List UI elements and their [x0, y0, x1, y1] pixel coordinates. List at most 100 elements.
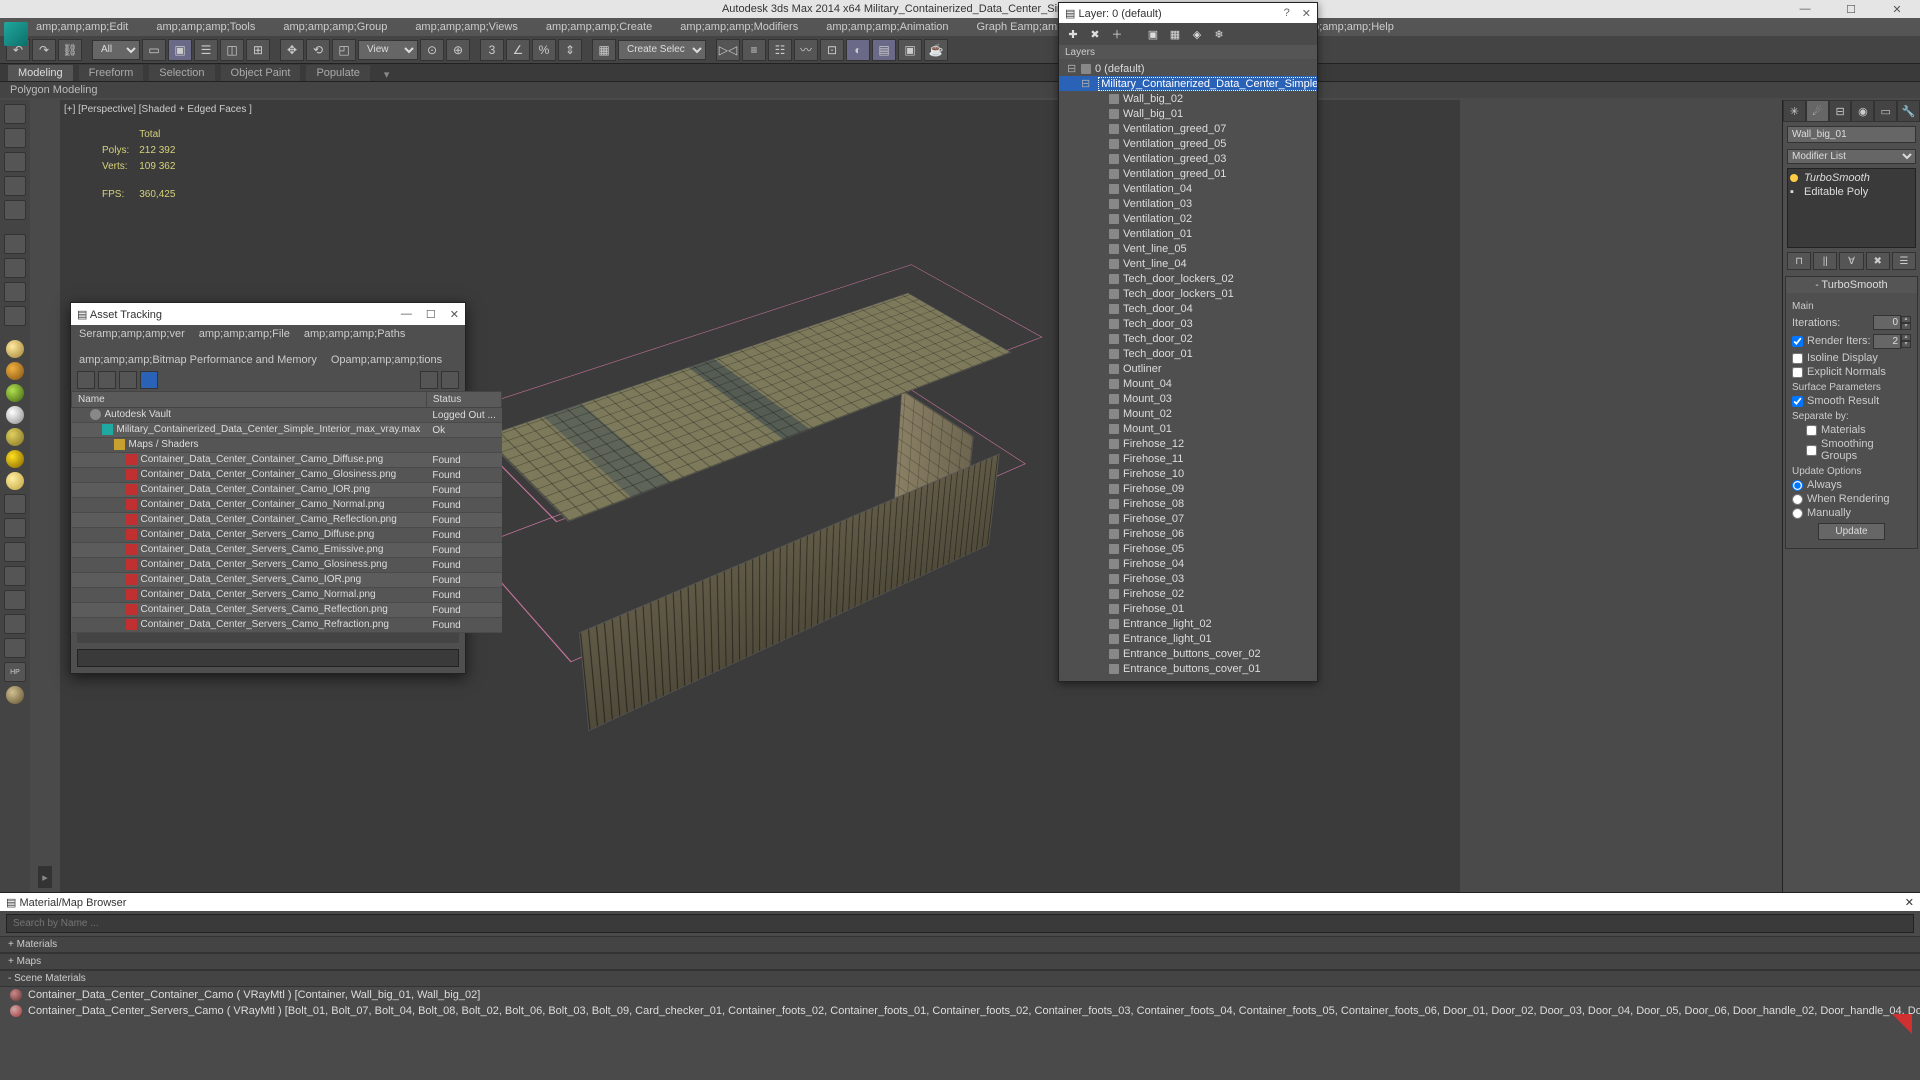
layer-row[interactable]: Tech_door_03 [1059, 316, 1317, 331]
delete-layer-icon[interactable]: ✖ [1087, 26, 1103, 42]
named-sel-button[interactable]: ▦ [592, 39, 616, 61]
tool-btn-a[interactable] [4, 494, 26, 514]
new-layer-icon[interactable]: ✚ [1065, 26, 1081, 42]
asset-row[interactable]: Container_Data_Center_Container_Camo_Ref… [72, 513, 502, 528]
asset-menu-item[interactable]: amp;amp;amp;File [199, 328, 290, 340]
layer-row[interactable]: Ventilation_03 [1059, 196, 1317, 211]
utilities-tab[interactable]: 🔧 [1897, 100, 1920, 122]
pin-stack-button[interactable]: ⊓ [1787, 252, 1811, 270]
remove-mod-button[interactable]: ✖ [1866, 252, 1890, 270]
pivot-button[interactable]: ⊙ [420, 39, 444, 61]
asset-row[interactable]: Autodesk VaultLogged Out ... [72, 408, 502, 423]
layer-row[interactable]: Outliner [1059, 361, 1317, 376]
asset-menu-item[interactable]: Opamp;amp;amp;tions [331, 354, 442, 366]
modify-tab[interactable]: ☄ [1806, 100, 1829, 122]
tool-btn-7[interactable] [4, 258, 26, 278]
tool-btn-9[interactable] [4, 306, 26, 326]
material-search-field[interactable] [6, 914, 1914, 933]
select-name-button[interactable]: ☰ [194, 39, 218, 61]
col-name[interactable]: Name [72, 392, 427, 408]
select-button[interactable]: ▭ [142, 39, 166, 61]
ribbon-tab[interactable]: Selection [149, 65, 214, 81]
material-orb-3[interactable] [6, 384, 24, 402]
layer-row[interactable]: Wall_big_02 [1059, 91, 1317, 106]
asset-row[interactable]: Container_Data_Center_Servers_Camo_Refra… [72, 618, 502, 633]
spinner-snap-button[interactable]: ⇕ [558, 39, 582, 61]
layer-row[interactable]: Firehose_10 [1059, 466, 1317, 481]
close-icon[interactable]: ✕ [1302, 7, 1311, 20]
display-tab[interactable]: ▭ [1874, 100, 1897, 122]
layer-row[interactable]: Ventilation_greed_01 [1059, 166, 1317, 181]
layer-row[interactable]: Firehose_06 [1059, 526, 1317, 541]
ref-coord-system[interactable]: View [358, 40, 418, 60]
asset-row[interactable]: Container_Data_Center_Servers_Camo_Emiss… [72, 543, 502, 558]
sep-materials-check[interactable] [1806, 425, 1817, 436]
material-orb-8[interactable] [6, 686, 24, 704]
layer-row[interactable]: Firehose_08 [1059, 496, 1317, 511]
asset-row[interactable]: Container_Data_Center_Container_Camo_IOR… [72, 483, 502, 498]
material-row[interactable]: Container_Data_Center_Container_Camo ( V… [0, 987, 1920, 1003]
tool-btn-8[interactable] [4, 282, 26, 302]
iterations-spinner[interactable] [1873, 315, 1901, 330]
asset-row[interactable]: Container_Data_Center_Servers_Camo_Glosi… [72, 558, 502, 573]
schematic-button[interactable]: ⊡ [820, 39, 844, 61]
snap-button[interactable]: 3 [480, 39, 504, 61]
render-button[interactable]: ☕ [924, 39, 948, 61]
layer-row[interactable]: Vent_line_04 [1059, 256, 1317, 271]
window-crossing-button[interactable]: ⊞ [246, 39, 270, 61]
modifier-list[interactable]: Modifier List [1787, 149, 1916, 164]
material-editor-button[interactable]: ◐ [846, 39, 870, 61]
show-result-button[interactable]: || [1813, 252, 1837, 270]
asset-row[interactable]: Container_Data_Center_Container_Camo_Dif… [72, 453, 502, 468]
tool-r2[interactable] [441, 371, 459, 389]
container-mesh[interactable] [497, 389, 999, 632]
sect-maps[interactable]: + Maps [0, 953, 1920, 970]
modifier-stack[interactable]: TurboSmooth ▪Editable Poly [1787, 168, 1916, 248]
asset-titlebar[interactable]: ▤ Asset Tracking —☐✕ [71, 303, 465, 325]
asset-menu-item[interactable]: amp;amp;amp;Bitmap Performance and Memor… [79, 354, 317, 366]
layer-row[interactable]: Firehose_05 [1059, 541, 1317, 556]
asset-row[interactable]: Container_Data_Center_Container_Camo_Nor… [72, 498, 502, 513]
tool-btn-d[interactable] [4, 566, 26, 586]
layer-row[interactable]: Firehose_02 [1059, 586, 1317, 601]
close-icon[interactable]: ✕ [1905, 896, 1914, 909]
ribbon-tab[interactable]: Object Paint [221, 65, 301, 81]
view-tree-icon[interactable] [119, 371, 137, 389]
update-always-radio[interactable] [1792, 480, 1803, 491]
layer-row[interactable]: Ventilation_01 [1059, 226, 1317, 241]
asset-row[interactable]: Container_Data_Center_Servers_Camo_IOR.p… [72, 573, 502, 588]
layer-row[interactable]: Firehose_01 [1059, 601, 1317, 616]
named-selection-set[interactable]: Create Selection Se [618, 40, 706, 60]
align-button[interactable]: ≡ [742, 39, 766, 61]
highlight-icon[interactable]: ▦ [1167, 26, 1183, 42]
layer-row[interactable]: Firehose_03 [1059, 571, 1317, 586]
tool-btn-c[interactable] [4, 542, 26, 562]
material-orb-6[interactable] [6, 450, 24, 468]
redo-button[interactable]: ↷ [32, 39, 56, 61]
sep-smoothing-check[interactable] [1806, 445, 1817, 456]
ribbon-tab[interactable]: Populate [306, 65, 369, 81]
asset-hscroll[interactable] [77, 633, 459, 643]
layer-row[interactable]: Firehose_09 [1059, 481, 1317, 496]
tool-r1[interactable] [420, 371, 438, 389]
mirror-button[interactable]: ▷◁ [716, 39, 740, 61]
layer-row[interactable]: Entrance_light_01 [1059, 631, 1317, 646]
layer-row[interactable]: Vent_line_05 [1059, 241, 1317, 256]
material-orb-5[interactable] [6, 428, 24, 446]
layers-button[interactable]: ☷ [768, 39, 792, 61]
layer-row[interactable]: Ventilation_greed_03 [1059, 151, 1317, 166]
update-manual-radio[interactable] [1792, 508, 1803, 519]
render-iters-spinner[interactable] [1873, 334, 1901, 349]
layer-row[interactable]: Tech_door_lockers_02 [1059, 271, 1317, 286]
sect-scene[interactable]: - Scene Materials [0, 970, 1920, 987]
layer-row[interactable]: Wall_big_01 [1059, 106, 1317, 121]
scale-button[interactable]: ◰ [332, 39, 356, 61]
asset-menu-item[interactable]: Seramp;amp;amp;ver [79, 328, 185, 340]
view-list-icon[interactable] [98, 371, 116, 389]
steering-button[interactable] [4, 128, 26, 148]
refresh-icon[interactable] [77, 371, 95, 389]
layer-row[interactable]: Tech_door_01 [1059, 346, 1317, 361]
update-render-radio[interactable] [1792, 494, 1803, 505]
layer-row[interactable]: Mount_01 [1059, 421, 1317, 436]
layer-row[interactable]: Ventilation_greed_05 [1059, 136, 1317, 151]
